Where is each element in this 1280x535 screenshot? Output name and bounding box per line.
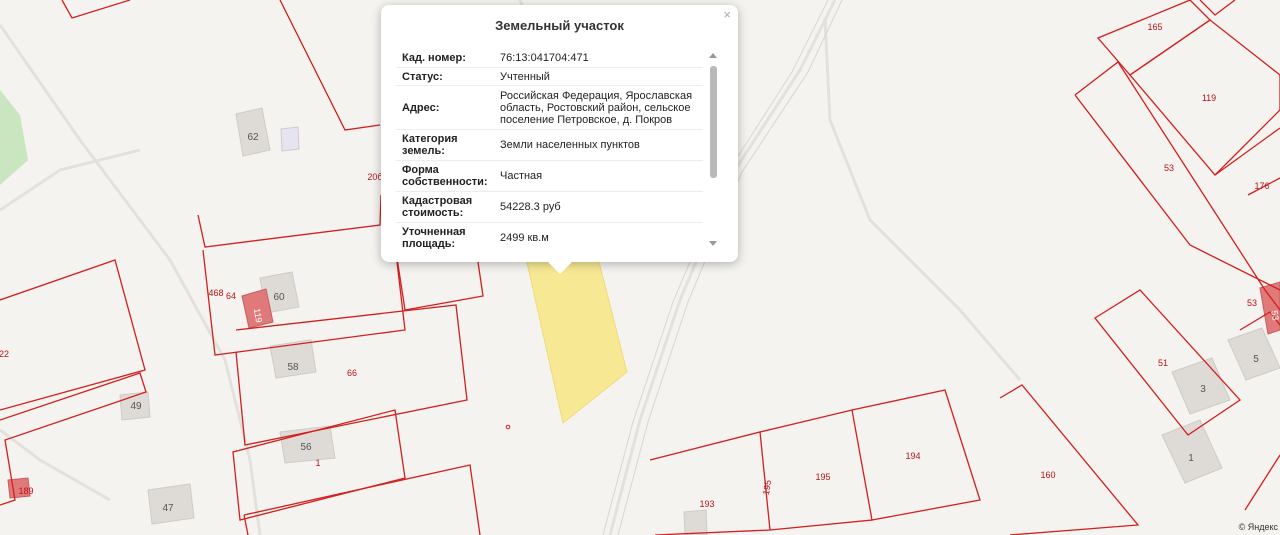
map-attribution[interactable]: © Яндекс bbox=[1239, 522, 1278, 532]
attribute-value: Частная bbox=[500, 170, 543, 182]
attribute-row-area: Уточненная площадь: 2499 кв.м bbox=[396, 223, 703, 249]
building-number: 47 bbox=[162, 503, 174, 514]
popup-title: Земельный участок bbox=[495, 18, 624, 33]
scroll-up-arrow-icon[interactable] bbox=[709, 53, 717, 58]
parcel-label: 53 bbox=[1247, 298, 1257, 308]
attribute-row-ownership: Форма собственности: Частная bbox=[396, 161, 703, 192]
attribute-key: Категория земель: bbox=[402, 133, 458, 157]
attribute-row-status: Статус: Учтенный bbox=[396, 68, 703, 86]
building-number: 58 bbox=[287, 362, 299, 373]
scroll-down-arrow-icon[interactable] bbox=[709, 241, 717, 246]
attribute-key: Форма собственности: bbox=[402, 164, 488, 188]
parcel-label: 53 bbox=[1269, 310, 1280, 322]
attribute-value: 54228.3 руб bbox=[500, 201, 561, 213]
parcel-label: 468 bbox=[208, 288, 223, 298]
parcel-attributes: Кад. номер: 76:13:041704:471 Статус: Учт… bbox=[396, 49, 703, 249]
parcel-label: 165 bbox=[1147, 22, 1162, 32]
building-number: 49 bbox=[130, 401, 142, 412]
parcel-label: 195 bbox=[815, 472, 830, 482]
attribute-value: Земли населенных пунктов bbox=[500, 139, 640, 151]
attribute-value: 2499 кв.м bbox=[500, 232, 549, 244]
attribute-value: Учтенный bbox=[500, 70, 550, 83]
parcel-label: 22 bbox=[0, 349, 9, 359]
building-number: 5 bbox=[1253, 354, 1259, 365]
attribute-key: Кад. номер: bbox=[402, 52, 466, 64]
attribute-key: Уточненная площадь: bbox=[402, 226, 466, 249]
building-number: 3 bbox=[1200, 384, 1206, 395]
scroll-thumb[interactable] bbox=[710, 66, 717, 178]
attribute-key: Кадастровая стоимость: bbox=[402, 195, 473, 219]
attribute-value: Российская Федерация, Ярославская област… bbox=[500, 89, 693, 126]
attribute-row-cadastral-value: Кадастровая стоимость: 54228.3 руб bbox=[396, 192, 703, 223]
parcel-label: 193 bbox=[699, 499, 714, 509]
attribute-row-land-category: Категория земель: Земли населенных пункт… bbox=[396, 130, 703, 161]
parcel-info-popup: Земельный участок × Кад. номер: 76:13:04… bbox=[381, 5, 738, 274]
building-number: 60 bbox=[273, 292, 285, 303]
parcel-label: 51 bbox=[1158, 358, 1168, 368]
parcel-label: 53 bbox=[1164, 163, 1174, 173]
attribute-key: Адрес: bbox=[402, 101, 440, 114]
parcel-label: 119 bbox=[1202, 93, 1216, 103]
building-number: 62 bbox=[247, 132, 259, 143]
parcel-label: 1 bbox=[315, 458, 320, 468]
close-icon[interactable]: × bbox=[723, 8, 731, 22]
attribute-value: 76:13:041704:471 bbox=[500, 52, 589, 64]
attribute-row-address: Адрес: Российская Федерация, Ярославская… bbox=[396, 86, 703, 130]
attribute-key: Статус: bbox=[402, 70, 443, 83]
popup-pointer bbox=[548, 262, 572, 274]
building-number: 56 bbox=[300, 442, 312, 453]
parcel-label: 189 bbox=[18, 486, 33, 496]
parcel-label: 194 bbox=[905, 451, 920, 461]
building-number: 1 bbox=[1188, 453, 1194, 464]
parcel-label: 64 bbox=[226, 291, 236, 301]
parcel-label: 160 bbox=[1040, 470, 1055, 480]
parcel-label: 66 bbox=[347, 368, 357, 378]
popup-scrollbar[interactable] bbox=[709, 53, 718, 246]
parcel-label: 176 bbox=[1254, 181, 1269, 191]
attribute-row-cadastral-number: Кад. номер: 76:13:041704:471 bbox=[396, 49, 703, 68]
